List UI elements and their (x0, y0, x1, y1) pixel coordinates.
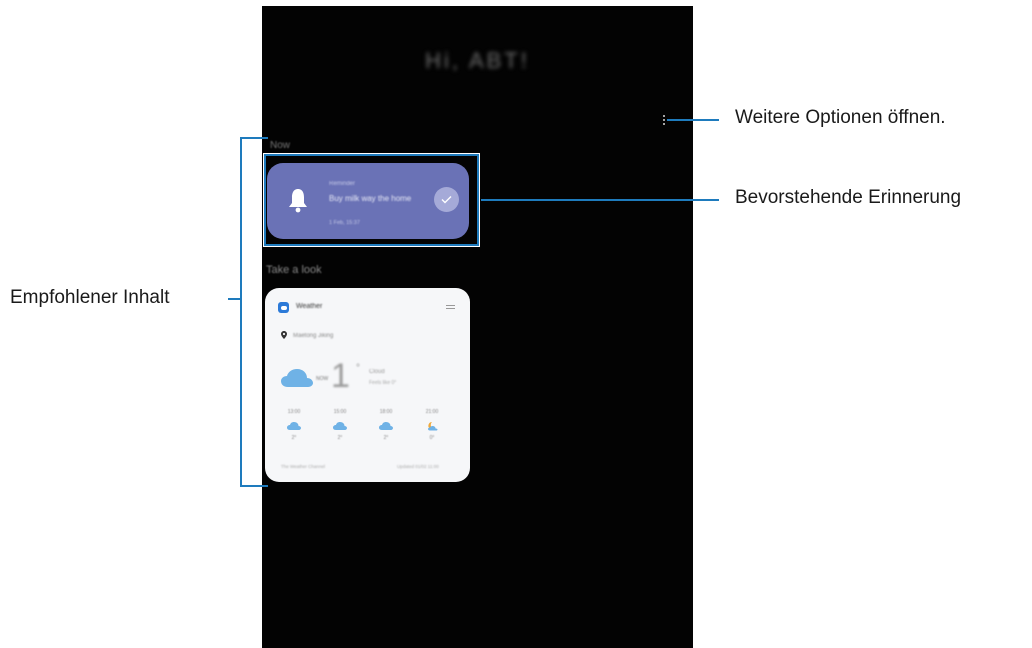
weather-condition-sub: Feels like 0° (369, 380, 397, 386)
cloud-icon (281, 369, 313, 387)
forecast-time: 18:00 (379, 409, 393, 415)
phone-screen: Hi, ABT! Now Reminder Buy milk way the h… (262, 6, 693, 648)
degree-symbol: ° (356, 363, 360, 374)
forecast-time: 21:00 (425, 409, 439, 415)
greeting-text: Hi, ABT! (425, 48, 530, 73)
section-take-a-look-label: Take a look (266, 264, 322, 276)
section-now-label: Now (270, 140, 291, 151)
cloud-icon (287, 422, 301, 430)
callout-recommended-content: Empfohlener Inhalt (10, 287, 170, 308)
weather-app-icon (278, 302, 289, 313)
now-label: NOW (316, 376, 329, 382)
forecast-temp: 2° (383, 435, 389, 441)
forecast-item: 13:00 2° (281, 409, 307, 441)
moon-cloud-icon (428, 422, 438, 431)
callout-more-options: Weitere Optionen öffnen. (735, 107, 946, 128)
callout-bracket-recommended (240, 137, 268, 487)
weather-app-label: Weather (296, 303, 323, 310)
reminder-highlight (263, 153, 480, 247)
weather-location: Maetong Jiking (293, 333, 334, 339)
callout-upcoming-reminder: Bevorstehende Erinnerung (735, 187, 962, 208)
callout-line-reminder (481, 199, 719, 201)
forecast-time: 15:00 (333, 409, 347, 415)
weather-provider: The Weather Channel (281, 464, 325, 469)
current-temperature: 1 (331, 357, 350, 395)
forecast-item: 21:00 0° (419, 409, 445, 441)
weather-updated: Updated 01/02 11:00 (397, 464, 439, 469)
forecast-item: 18:00 2° (373, 409, 399, 441)
forecast-temp: 2° (337, 435, 343, 441)
forecast-temp: 0° (429, 435, 435, 441)
hourly-forecast: 13:00 2° 15:00 2° 18:00 2° 21:00 0° (275, 409, 445, 455)
callout-line-more-options (667, 119, 719, 121)
weather-menu-icon[interactable] (446, 305, 455, 311)
weather-condition: Cloud (369, 369, 385, 375)
forecast-time: 13:00 (287, 409, 301, 415)
forecast-temp: 2° (291, 435, 297, 441)
forecast-item: 15:00 2° (327, 409, 353, 441)
cloud-icon (333, 422, 347, 430)
weather-card[interactable]: Weather Maetong Jiking NOW 1 ° Cloud Fee… (265, 288, 470, 482)
cloud-icon (379, 422, 393, 430)
location-pin-icon (281, 331, 287, 339)
callout-line-recommended (228, 298, 240, 300)
